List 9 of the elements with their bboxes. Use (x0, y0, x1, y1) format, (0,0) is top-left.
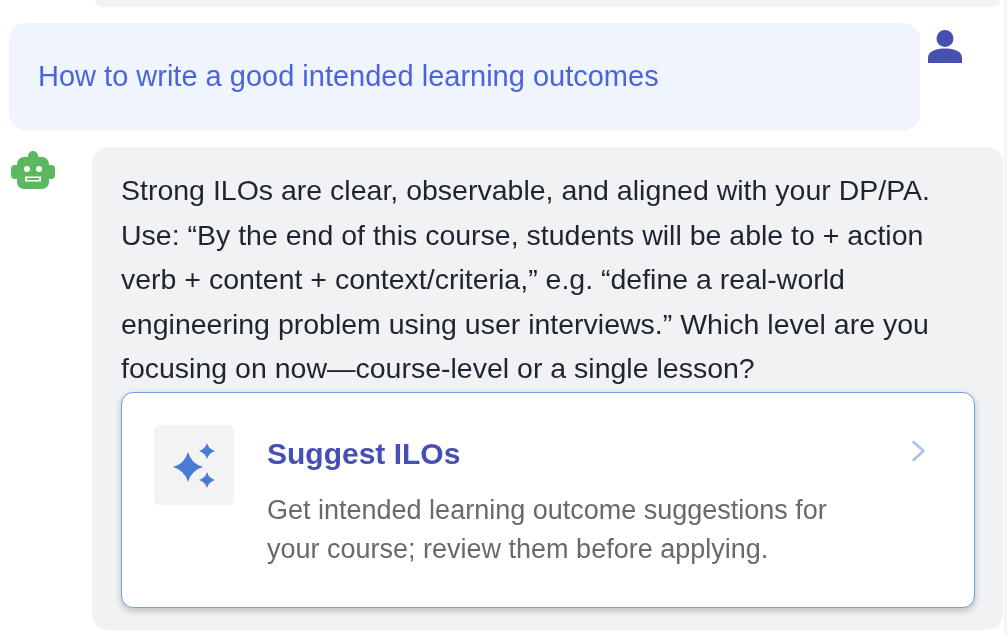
assistant-message-text: Strong ILOs are clear, observable, and aligned with your DP/PA. Use: “By the end of this course, students will be able to + action verb + content + context/criteria,” e.g. “define a real-world engineering problem using user interviews.” Which level are you focusing on now—course-level or a single lesson? (121, 173, 931, 386)
card-description: Get intended learning outcome suggestions for your course; review them before applying. (267, 493, 828, 566)
robot-icon (11, 151, 55, 189)
card-title: Suggest ILOs (267, 435, 461, 472)
user-message: How to write a good intended learning outcomes (9, 23, 920, 130)
chevron-right-icon (911, 439, 926, 462)
person-icon (928, 30, 962, 63)
sparkles-icon (154, 424, 234, 505)
suggestion-card[interactable]: Suggest ILOs Get intended learning outcome suggestions for your course; review them before applying. (121, 391, 975, 608)
